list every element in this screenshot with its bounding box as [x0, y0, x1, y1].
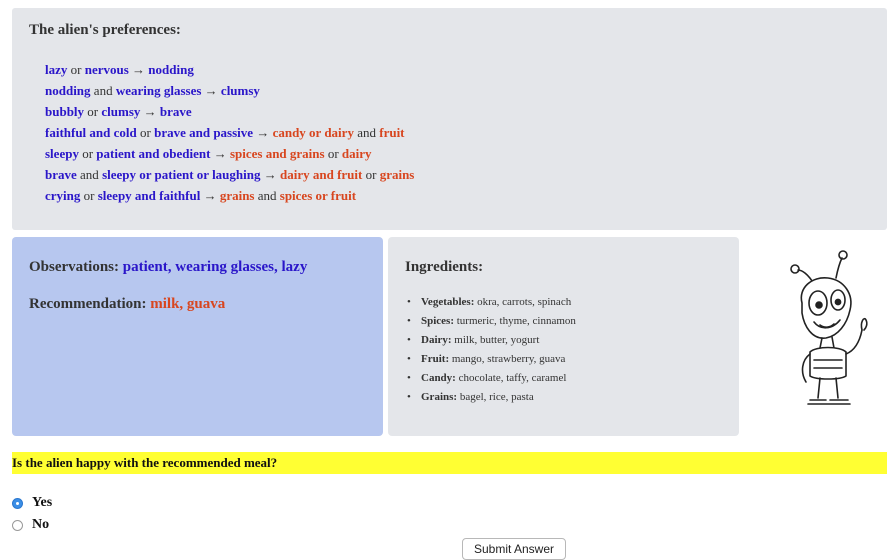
observations-label: Observations: — [29, 259, 119, 275]
yes-label[interactable]: Yes — [32, 495, 52, 511]
preference-rule: faithful and cold or brave and passive →… — [45, 122, 414, 143]
question-banner: Is the alien happy with the recommended … — [12, 452, 887, 474]
submit-answer-button[interactable]: Submit Answer — [462, 538, 566, 560]
rule-condition: wearing glasses — [115, 83, 202, 98]
ingredient-category: Spices: — [421, 315, 454, 327]
answer-no-option[interactable]: No — [12, 517, 49, 533]
ingredients-list: Vegetables: okra, carrots, spinachSpices… — [407, 293, 576, 407]
rule-connector: or — [78, 146, 97, 161]
rule-food: fruit — [379, 125, 405, 140]
preference-rule: nodding and wearing glasses → clumsy — [45, 80, 414, 101]
rule-condition: nodding — [45, 83, 91, 98]
rule-connector: → — [201, 83, 221, 98]
rule-food: grains — [379, 167, 415, 182]
preferences-panel: The alien's preferences: lazy or nervous… — [12, 8, 887, 230]
recommendation-value: milk, guava — [150, 296, 226, 312]
rule-connector: or — [136, 125, 155, 140]
preferences-title: The alien's preferences: — [29, 22, 181, 38]
ingredient-item: Grains: bagel, rice, pasta — [407, 388, 576, 407]
ingredient-item: Dairy: milk, butter, yogurt — [407, 331, 576, 350]
ingredient-values: chocolate, taffy, caramel — [458, 372, 567, 384]
rule-condition: sleepy and faithful — [97, 188, 201, 203]
rule-connector: → — [260, 167, 280, 182]
preference-rule: crying or sleepy and faithful → grains a… — [45, 185, 414, 206]
alien-illustration-icon — [790, 250, 868, 405]
rule-connector: or — [67, 62, 85, 77]
rule-condition: clumsy — [220, 83, 260, 98]
rule-condition: patient and obedient — [96, 146, 211, 161]
preference-rule: brave and sleepy or patient or laughing … — [45, 164, 414, 185]
rule-condition: nervous — [84, 62, 129, 77]
rule-food: candy or dairy — [272, 125, 354, 140]
rule-condition: sleepy or patient or laughing — [102, 167, 261, 182]
ingredient-category: Vegetables: — [421, 296, 475, 308]
rule-food: grains — [219, 188, 255, 203]
ingredient-category: Fruit: — [421, 353, 450, 365]
ingredient-item: Vegetables: okra, carrots, spinach — [407, 293, 576, 312]
observations-line: Observations: patient, wearing glasses, … — [29, 259, 307, 276]
rule-food: spices or fruit — [279, 188, 357, 203]
ingredient-values: bagel, rice, pasta — [459, 391, 534, 403]
rule-food: dairy — [341, 146, 372, 161]
rule-connector: or — [324, 146, 342, 161]
yes-radio[interactable] — [12, 497, 23, 509]
ingredient-category: Candy: — [421, 372, 456, 384]
recommendation-label: Recommendation: — [29, 296, 147, 312]
observations-panel: Observations: patient, wearing glasses, … — [12, 237, 383, 436]
answer-yes-option[interactable]: Yes — [12, 495, 52, 511]
rule-connector: → — [210, 146, 230, 161]
rule-condition: brave — [45, 167, 77, 182]
rule-connector: or — [362, 167, 380, 182]
rule-connector: → — [128, 62, 149, 77]
no-radio[interactable] — [12, 519, 23, 531]
rule-condition: crying — [45, 188, 81, 203]
ingredient-item: Spices: turmeric, thyme, cinnamon — [407, 312, 576, 331]
ingredient-values: mango, strawberry, guava — [451, 353, 566, 365]
rule-connector: and — [353, 125, 380, 140]
preference-rule: lazy or nervous → nodding — [45, 59, 414, 80]
ingredient-item: Candy: chocolate, taffy, caramel — [407, 369, 576, 388]
rule-connector: → — [253, 125, 273, 140]
rule-condition: bubbly — [45, 104, 85, 119]
rule-connector: and — [254, 188, 280, 203]
ingredient-category: Dairy: — [421, 334, 452, 346]
no-label[interactable]: No — [32, 517, 49, 533]
rule-food: dairy and fruit — [280, 167, 363, 182]
rule-condition: faithful and cold — [45, 125, 137, 140]
rules-list: lazy or nervous → nodding nodding and wea… — [45, 59, 414, 206]
rule-condition: brave — [159, 104, 192, 119]
recommendation-line: Recommendation: milk, guava — [29, 296, 225, 313]
rule-condition: brave and passive — [154, 125, 254, 140]
ingredient-values: milk, butter, yogurt — [454, 334, 540, 346]
rule-condition: clumsy — [101, 104, 141, 119]
ingredient-category: Grains: — [421, 391, 458, 403]
rule-connector: or — [84, 104, 102, 119]
ingredients-title: Ingredients: — [405, 259, 484, 275]
rule-connector: and — [90, 83, 116, 98]
rule-connector: or — [80, 188, 98, 203]
ingredient-values: okra, carrots, spinach — [477, 296, 572, 308]
rule-condition: sleepy — [45, 146, 79, 161]
rule-connector: → — [140, 104, 160, 119]
rule-food: spices and grains — [229, 146, 325, 161]
rule-condition: nodding — [148, 62, 194, 77]
rule-condition: lazy — [45, 62, 68, 77]
ingredient-values: turmeric, thyme, cinnamon — [456, 315, 576, 327]
rule-connector: and — [76, 167, 103, 182]
ingredient-item: Fruit: mango, strawberry, guava — [407, 350, 576, 369]
ingredients-panel: Ingredients: Vegetables: okra, carrots, … — [388, 237, 739, 436]
observations-value: patient, wearing glasses, lazy — [122, 259, 308, 275]
preference-rule: bubbly or clumsy → brave — [45, 101, 414, 122]
rule-connector: → — [200, 188, 220, 203]
preference-rule: sleepy or patient and obedient → spices … — [45, 143, 414, 164]
